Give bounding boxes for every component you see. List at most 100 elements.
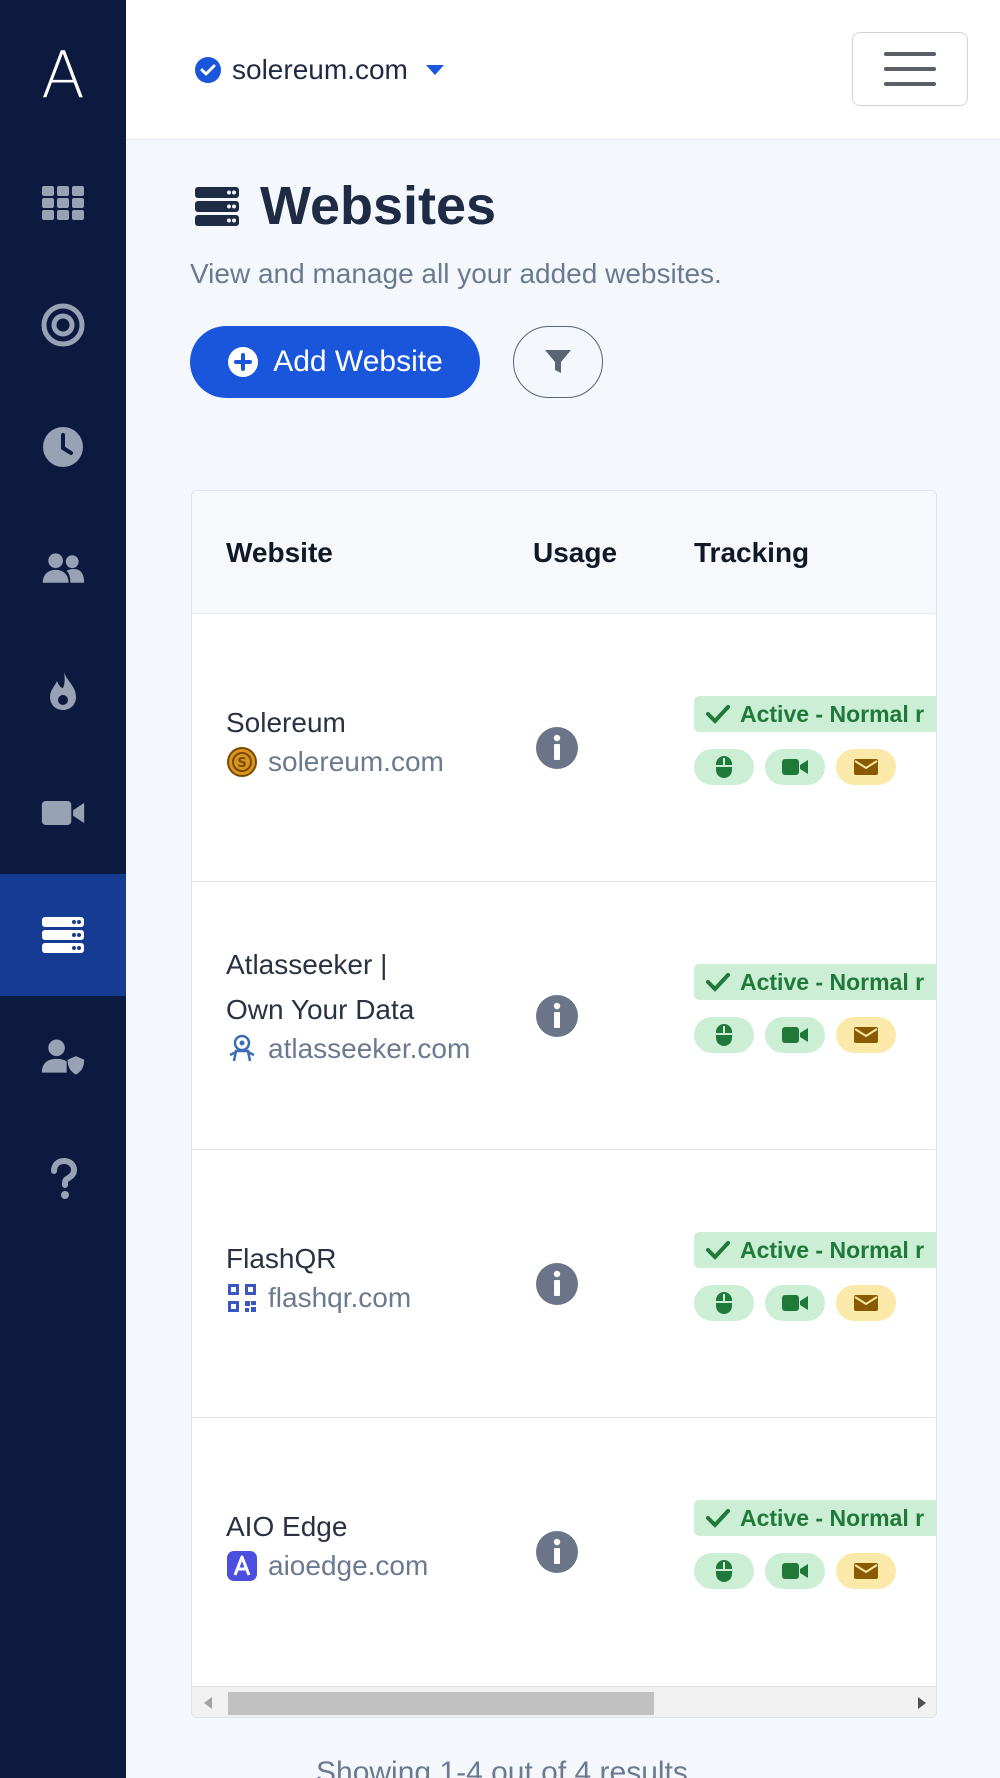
status-text: Active - Normal r <box>740 1504 925 1531</box>
table-row[interactable]: Solereum S solereum.com Active - Normal … <box>192 614 936 882</box>
table-row[interactable]: FlashQR flashqr.com Active - Normal r <box>192 1150 936 1418</box>
envelope-icon <box>854 759 878 775</box>
verified-check-icon <box>195 57 221 83</box>
website-name-line: Own Your Data <box>226 994 415 1025</box>
info-icon[interactable] <box>535 994 579 1038</box>
email-badge[interactable] <box>836 749 896 785</box>
video-icon <box>782 1563 808 1579</box>
grid-icon <box>42 186 84 220</box>
svg-text:S: S <box>237 756 246 771</box>
scrollbar-thumb[interactable] <box>228 1692 654 1715</box>
email-badge[interactable] <box>836 1017 896 1053</box>
website-name[interactable]: Atlasseeker | Own Your Data <box>226 942 414 1032</box>
click-tracking-badge[interactable] <box>694 749 754 785</box>
mouse-icon <box>716 1292 732 1314</box>
status-text: Active - Normal r <box>740 700 925 727</box>
plus-circle-icon <box>228 347 259 377</box>
sidebar-item-privacy[interactable] <box>0 996 126 1118</box>
app-logo[interactable]: A <box>0 36 126 116</box>
website-domain-text: aioedge.com <box>268 1550 429 1581</box>
coin-icon: S <box>226 746 258 778</box>
email-badge[interactable] <box>836 1553 896 1589</box>
click-tracking-badge[interactable] <box>694 1017 754 1053</box>
column-header-website[interactable]: Website <box>226 537 333 569</box>
users-icon <box>42 553 85 583</box>
hamburger-icon <box>884 52 936 56</box>
website-domain[interactable]: aioedge.com <box>226 1550 428 1582</box>
sidebar-item-history[interactable] <box>0 386 126 508</box>
filter-button[interactable] <box>513 326 603 398</box>
mouse-icon <box>716 756 732 778</box>
sidebar: A <box>0 0 126 1778</box>
status-badge: Active - Normal r <box>694 696 936 732</box>
websites-table: Website Usage Tracking Solereum S solere… <box>191 490 937 1718</box>
page-title: Websites <box>260 176 497 236</box>
video-icon <box>782 1027 808 1043</box>
envelope-icon <box>854 1295 878 1311</box>
question-icon <box>51 1157 78 1199</box>
recording-badge[interactable] <box>765 1017 825 1053</box>
chevron-down-icon <box>425 65 444 75</box>
website-domain[interactable]: S solereum.com <box>226 746 444 778</box>
sidebar-item-users[interactable] <box>0 508 126 630</box>
user-shield-icon <box>41 1039 85 1075</box>
add-website-button[interactable]: Add Website <box>190 326 480 398</box>
clock-icon <box>43 427 83 467</box>
fire-icon <box>50 672 76 710</box>
info-icon[interactable] <box>535 1262 579 1306</box>
website-domain[interactable]: flashqr.com <box>226 1282 411 1314</box>
horizontal-scrollbar[interactable] <box>192 1686 936 1717</box>
sidebar-item-websites[interactable] <box>0 874 126 996</box>
page-subtitle: View and manage all your added websites. <box>190 258 722 289</box>
sidebar-item-goals[interactable] <box>0 264 126 386</box>
recording-badge[interactable] <box>765 1553 825 1589</box>
table-header: Website Usage Tracking <box>192 491 936 614</box>
info-icon[interactable] <box>535 726 579 770</box>
status-badge: Active - Normal r <box>694 964 936 1000</box>
table-row[interactable]: AIO Edge aioedge.com Active - Normal r <box>192 1418 936 1686</box>
filter-icon <box>545 350 571 373</box>
status-text: Active - Normal r <box>740 968 925 995</box>
table-row[interactable]: Atlasseeker | Own Your Data atlasseeker.… <box>192 882 936 1150</box>
click-tracking-badge[interactable] <box>694 1553 754 1589</box>
video-icon <box>41 801 85 825</box>
target-icon <box>41 303 85 347</box>
astronaut-icon <box>226 1033 258 1065</box>
website-domain-text: solereum.com <box>268 746 444 777</box>
sidebar-item-dashboard[interactable] <box>0 142 126 264</box>
website-domain-text: atlasseeker.com <box>268 1033 471 1064</box>
mouse-icon <box>716 1024 732 1046</box>
website-name[interactable]: Solereum <box>226 700 346 745</box>
menu-toggle-button[interactable] <box>852 32 968 106</box>
site-selector[interactable]: solereum.com <box>194 50 444 90</box>
column-header-tracking[interactable]: Tracking <box>694 537 809 569</box>
scroll-left-icon[interactable] <box>204 1697 212 1709</box>
envelope-icon <box>854 1027 878 1043</box>
scroll-right-icon[interactable] <box>918 1697 926 1709</box>
email-badge[interactable] <box>836 1285 896 1321</box>
website-name[interactable]: AIO Edge <box>226 1504 347 1549</box>
column-header-usage[interactable]: Usage <box>533 537 617 569</box>
website-domain-text: flashqr.com <box>268 1282 412 1313</box>
sidebar-item-help[interactable] <box>0 1118 126 1240</box>
sidebar-item-recordings[interactable] <box>0 752 126 874</box>
recording-badge[interactable] <box>765 1285 825 1321</box>
website-name[interactable]: FlashQR <box>226 1236 336 1281</box>
check-icon <box>706 1241 730 1260</box>
recording-badge[interactable] <box>765 749 825 785</box>
website-name-line: Atlasseeker | <box>226 949 388 980</box>
click-tracking-badge[interactable] <box>694 1285 754 1321</box>
sidebar-item-heatmaps[interactable] <box>0 630 126 752</box>
qr-code-icon <box>226 1282 258 1314</box>
check-icon <box>706 973 730 992</box>
mouse-icon <box>716 1560 732 1582</box>
top-bar: solereum.com <box>126 0 1000 140</box>
info-icon[interactable] <box>535 1530 579 1574</box>
envelope-icon <box>854 1563 878 1579</box>
page-header: Websites <box>194 175 496 237</box>
check-icon <box>706 705 730 724</box>
server-icon <box>42 917 84 953</box>
website-domain[interactable]: atlasseeker.com <box>226 1033 470 1065</box>
selected-site-label: solereum.com <box>232 54 408 85</box>
video-icon <box>782 759 808 775</box>
